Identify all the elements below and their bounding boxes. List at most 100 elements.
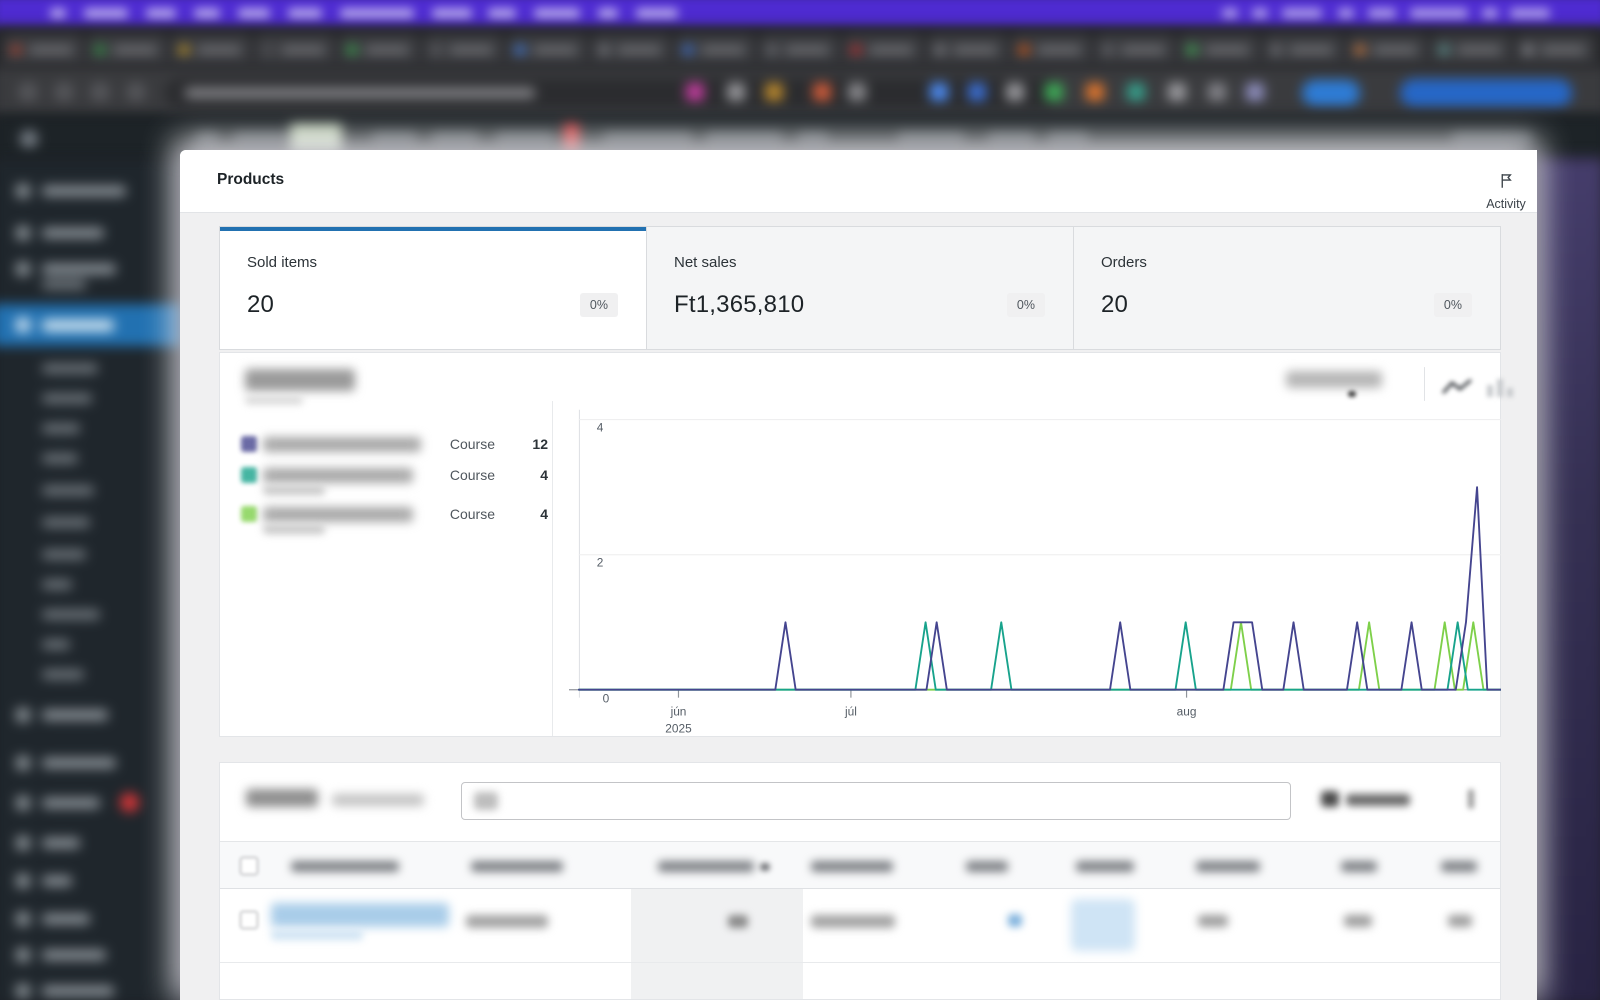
- submenu-item-blurred[interactable]: [42, 610, 100, 619]
- column-header-blurred[interactable]: [658, 861, 754, 872]
- nav-button-blurred[interactable]: [126, 82, 146, 102]
- browser-blue-button-blurred[interactable]: [1400, 79, 1572, 107]
- browser-tab[interactable]: [675, 34, 755, 66]
- column-header-blurred[interactable]: [471, 861, 563, 872]
- extension-icon[interactable]: [1086, 83, 1104, 101]
- legend-row[interactable]: Course 12: [220, 436, 552, 470]
- extension-icon[interactable]: [848, 83, 866, 101]
- browser-tab[interactable]: [843, 34, 923, 66]
- menu-item-blurred[interactable]: [488, 8, 516, 19]
- extension-icon[interactable]: [1006, 83, 1024, 101]
- extension-icon[interactable]: [813, 83, 831, 101]
- column-header-blurred[interactable]: [811, 861, 893, 872]
- sidebar-item-blurred[interactable]: [42, 710, 108, 720]
- legend-row[interactable]: Course 4: [220, 506, 552, 540]
- sidebar-item-blurred[interactable]: [42, 758, 116, 768]
- products-search-input[interactable]: [461, 782, 1291, 820]
- profile-pill-blurred[interactable]: [1302, 80, 1360, 106]
- browser-tab[interactable]: [1263, 34, 1343, 66]
- column-header-blurred[interactable]: [291, 861, 399, 872]
- browser-tab[interactable]: [171, 34, 251, 66]
- sidebar-item-blurred[interactable]: [42, 186, 126, 196]
- extension-icon[interactable]: [1246, 83, 1264, 101]
- column-header-blurred[interactable]: [1441, 861, 1477, 872]
- browser-tab[interactable]: [927, 34, 1007, 66]
- browser-tab[interactable]: [255, 34, 335, 66]
- extension-icon[interactable]: [765, 83, 783, 101]
- extension-icon[interactable]: [1045, 83, 1063, 101]
- menu-item-blurred[interactable]: [598, 8, 618, 19]
- browser-tab[interactable]: [1011, 34, 1091, 66]
- menu-item-blurred[interactable]: [534, 8, 580, 19]
- browser-tab[interactable]: [759, 34, 839, 66]
- download-button[interactable]: [1346, 794, 1410, 806]
- category-chip-blurred[interactable]: [1071, 899, 1135, 951]
- browser-tab[interactable]: [1515, 34, 1595, 66]
- browser-tab[interactable]: [3, 34, 83, 66]
- row-checkbox[interactable]: [240, 911, 258, 929]
- chart-type-line-button[interactable]: [1439, 375, 1475, 404]
- browser-address-bar[interactable]: [0, 66, 1600, 118]
- extension-icon[interactable]: [968, 83, 986, 101]
- wp-admin-sidebar[interactable]: [0, 158, 184, 1000]
- menu-item-blurred[interactable]: [50, 8, 66, 19]
- browser-tab[interactable]: [87, 34, 167, 66]
- menu-item-blurred[interactable]: [340, 8, 414, 19]
- product-link-blurred[interactable]: [271, 903, 449, 927]
- sidebar-item-blurred[interactable]: [42, 986, 114, 996]
- menu-item-blurred[interactable]: [636, 8, 678, 19]
- column-header-blurred[interactable]: [1341, 861, 1377, 872]
- sidebar-item-blurred[interactable]: [42, 228, 104, 238]
- browser-tab[interactable]: [1347, 34, 1427, 66]
- sold-items-card[interactable]: Sold items 20 0%: [220, 227, 646, 349]
- extension-icon[interactable]: [727, 83, 745, 101]
- nav-button-blurred[interactable]: [54, 82, 74, 102]
- activity-button[interactable]: Activity: [1476, 172, 1536, 211]
- browser-tab-strip[interactable]: [0, 26, 1600, 70]
- submenu-item-blurred[interactable]: [42, 486, 94, 495]
- menu-item-blurred[interactable]: [288, 8, 322, 19]
- column-header-blurred[interactable]: [966, 861, 1008, 872]
- submenu-item-blurred[interactable]: [42, 454, 78, 463]
- submenu-item-blurred[interactable]: [42, 640, 70, 649]
- nav-button-blurred[interactable]: [18, 82, 38, 102]
- menu-item-blurred[interactable]: [194, 8, 220, 19]
- net-sales-card[interactable]: Net sales Ft1,365,810 0%: [646, 227, 1073, 349]
- orders-cell-blurred[interactable]: [1008, 914, 1022, 927]
- submenu-item-blurred[interactable]: [42, 580, 72, 589]
- sidebar-item-blurred[interactable]: [42, 838, 80, 848]
- menu-item-blurred[interactable]: [146, 8, 176, 19]
- browser-tab[interactable]: [507, 34, 587, 66]
- sidebar-item-blurred[interactable]: [42, 876, 72, 886]
- chart-type-bar-button[interactable]: [1482, 375, 1518, 404]
- sidebar-item-blurred[interactable]: [42, 264, 116, 274]
- submenu-item-blurred[interactable]: [42, 364, 98, 373]
- extension-icon[interactable]: [686, 83, 704, 101]
- submenu-item-blurred[interactable]: [42, 670, 84, 679]
- column-header-blurred[interactable]: [1196, 861, 1260, 872]
- legend-row[interactable]: Course 4: [220, 467, 552, 501]
- browser-tab[interactable]: [1179, 34, 1259, 66]
- wp-logo-blurred[interactable]: [20, 130, 38, 148]
- sidebar-item-blurred[interactable]: [42, 798, 100, 808]
- orders-card[interactable]: Orders 20 0%: [1073, 227, 1500, 349]
- browser-tab[interactable]: [591, 34, 671, 66]
- sold-items-line-chart[interactable]: 4 2 0 jún 2025 júl aug: [569, 408, 1501, 738]
- sidebar-item-blurred[interactable]: [42, 950, 106, 960]
- menu-item-blurred[interactable]: [84, 8, 128, 19]
- column-header-blurred[interactable]: [1076, 861, 1134, 872]
- extension-icon[interactable]: [1127, 83, 1145, 101]
- extension-icon[interactable]: [1208, 83, 1226, 101]
- select-all-checkbox[interactable]: [240, 857, 258, 875]
- submenu-item-blurred[interactable]: [42, 394, 92, 403]
- sidebar-item-blurred[interactable]: [42, 914, 90, 924]
- extension-icon[interactable]: [930, 83, 948, 101]
- browser-tab[interactable]: [1431, 34, 1511, 66]
- ellipsis-menu-icon[interactable]: [1468, 789, 1474, 809]
- browser-tab[interactable]: [1095, 34, 1175, 66]
- menu-item-blurred[interactable]: [432, 8, 472, 19]
- browser-tab[interactable]: [423, 34, 503, 66]
- nav-button-blurred[interactable]: [90, 82, 110, 102]
- interval-dropdown[interactable]: [1286, 371, 1382, 388]
- menu-item-blurred[interactable]: [238, 8, 270, 19]
